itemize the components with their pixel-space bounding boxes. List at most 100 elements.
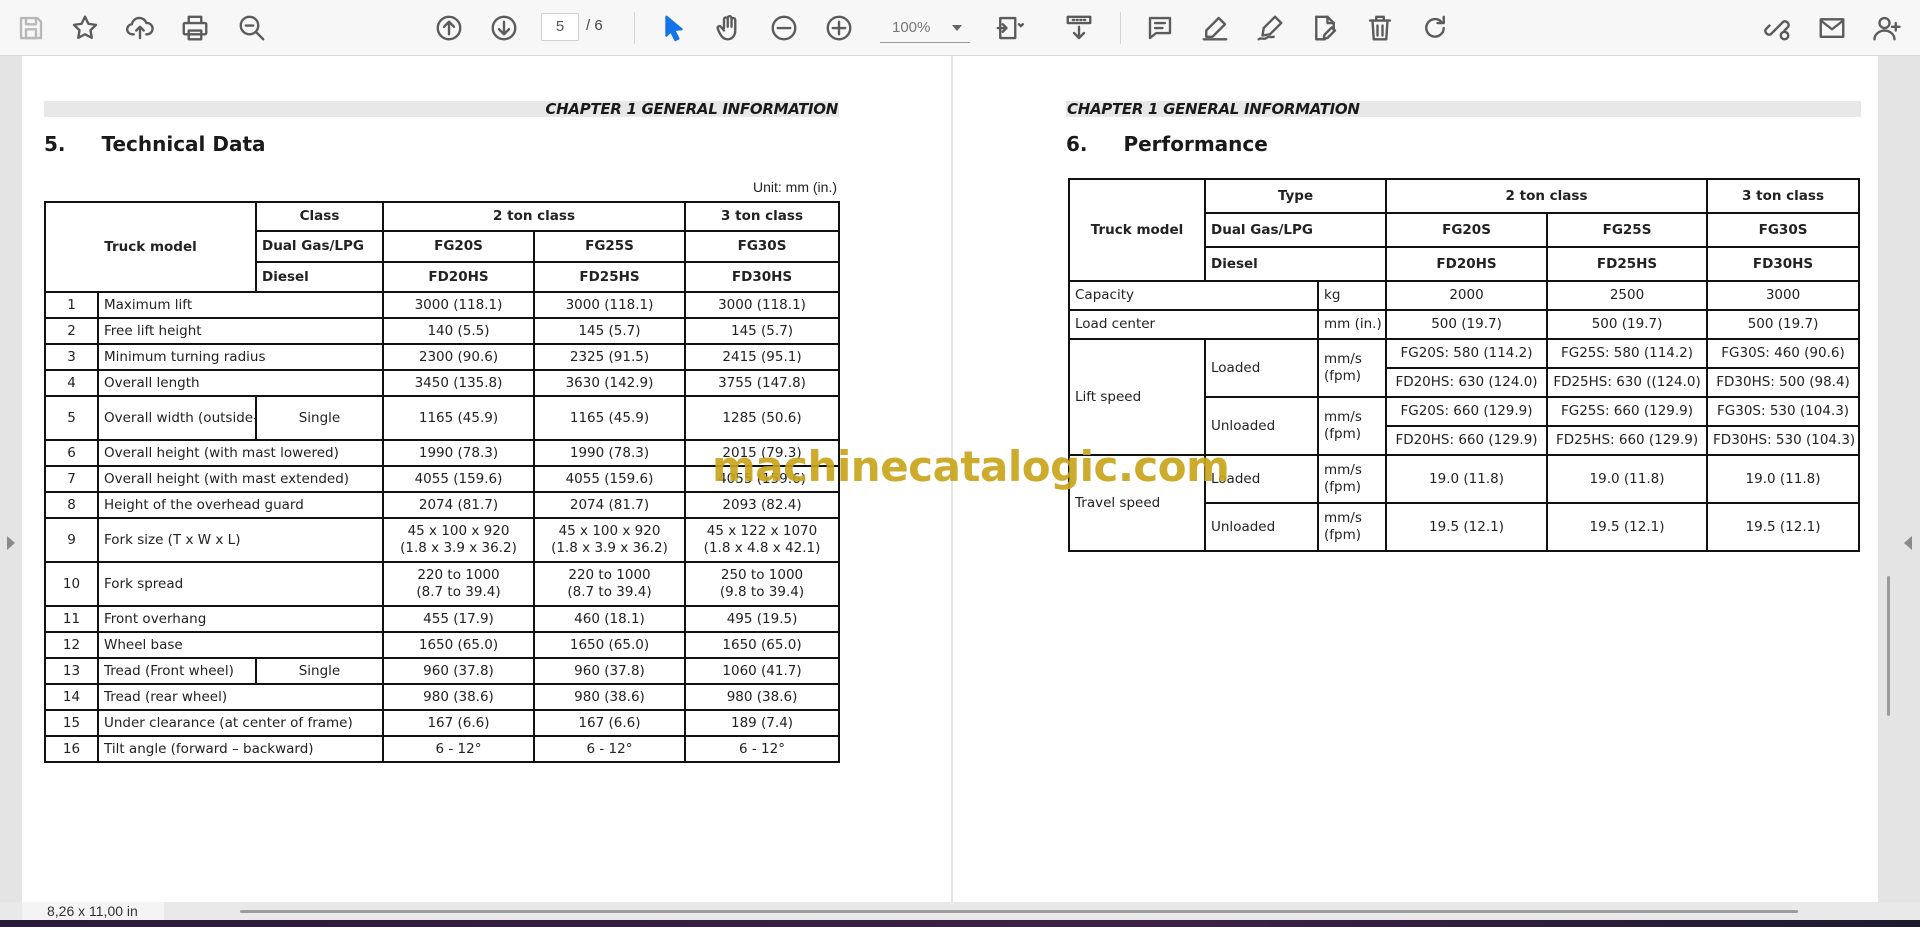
value-line: (1.8 x 3.9 x 36.2) [400, 540, 517, 556]
page-number-input[interactable]: 5 [541, 13, 579, 41]
row-label: Overall height (with mast extended) [97, 465, 384, 493]
row-sub-label: Single [255, 657, 384, 685]
row-value: 455 (17.9) [382, 605, 535, 633]
page-total: / 6 [586, 17, 603, 34]
hand-tool-icon[interactable] [710, 9, 748, 47]
table-row: Load center mm (in.) 500 (19.7) 500 (19.7) 5… [1068, 309, 1861, 340]
row-number: 12 [44, 631, 99, 659]
vertical-scrollbar[interactable] [1887, 576, 1890, 716]
row-value: 2093 (82.4) [684, 491, 841, 519]
table-row: 14 Tread (rear wheel) 980 (38.6) 980 (38.6)… [44, 683, 841, 711]
section-number: 5. [44, 132, 66, 156]
section-heading-right: 6. Performance [1066, 132, 1268, 156]
share-link-icon[interactable] [1758, 9, 1796, 47]
section-number: 6. [1066, 132, 1088, 156]
zoom-in-icon[interactable] [820, 9, 858, 47]
value-line: (8.7 to 39.4) [567, 584, 652, 600]
performance-table: Truck model Type 2 ton class 3 ton class Dua… [1068, 178, 1861, 552]
chevron-down-icon [952, 25, 962, 31]
row-value: FD20HS: 630 (124.0) [1385, 367, 1549, 398]
row-value: FG30S: 530 (104.3) [1706, 396, 1861, 427]
row-unit: kg [1316, 280, 1388, 311]
row-label: Overall length [97, 369, 384, 397]
cloud-upload-icon[interactable] [121, 9, 159, 47]
row-value: 220 to 1000 (8.7 to 39.4) [382, 561, 535, 607]
row-label: Overall height (with mast lowered) [97, 439, 384, 467]
section-heading-left: 5. Technical Data [44, 132, 266, 156]
table-row: 10 Fork spread 220 to 1000 (8.7 to 39.4) 220… [44, 561, 841, 607]
unit-line: mm/s [1324, 409, 1362, 425]
value-line: (8.7 to 39.4) [416, 584, 501, 600]
bookmark-star-icon[interactable] [66, 9, 104, 47]
row-value: 500 (19.7) [1385, 309, 1549, 340]
row-value: 167 (6.6) [382, 709, 535, 737]
right-panel-toggle-icon[interactable] [1904, 536, 1912, 550]
row-unit: mm/s (fpm) [1316, 338, 1388, 398]
row-value: FG25S: 580 (114.2) [1546, 338, 1709, 369]
taskbar-strip [0, 920, 1920, 927]
table-row: 13 Tread (Front wheel) Single 960 (37.8) 960… [44, 657, 841, 685]
print-icon[interactable] [176, 9, 214, 47]
row-value: 495 (19.5) [684, 605, 841, 633]
row-value: 250 to 1000 (9.8 to 39.4) [684, 561, 841, 607]
row-value: 4055 (159.6) [382, 465, 535, 493]
model-fd25hs: FD25HS [1546, 246, 1709, 282]
zoom-out-icon[interactable] [765, 9, 803, 47]
row-label: Maximum lift [97, 291, 384, 319]
table-row: 12 Wheel base 1650 (65.0) 1650 (65.0) 1650 (… [44, 631, 841, 659]
row-label: Free lift height [97, 317, 384, 345]
row-number: 10 [44, 561, 99, 607]
row-value: 960 (37.8) [382, 657, 535, 685]
row-label: Load center [1068, 309, 1319, 340]
row-value: 980 (38.6) [382, 683, 535, 711]
draw-sign-icon[interactable] [1251, 9, 1289, 47]
zoom-select[interactable]: 100% [880, 13, 970, 43]
row-label: Minimum turning radius [97, 343, 384, 371]
row-label: Fork size (T x W x L) [97, 517, 384, 563]
value-line: (9.8 to 39.4) [719, 584, 805, 600]
page-fit-icon[interactable] [990, 9, 1028, 47]
previous-page-icon[interactable] [430, 9, 468, 47]
row-value: FD30HS: 530 (104.3) [1706, 425, 1861, 456]
row-value: FG20S: 660 (129.9) [1385, 396, 1549, 427]
row-number: 8 [44, 491, 99, 519]
row-label: Overall width (outside-to- outside of ti… [97, 395, 257, 441]
comment-icon[interactable] [1141, 9, 1179, 47]
row-unit: mm/s (fpm) [1316, 502, 1388, 552]
value-line: 45 x 100 x 920 [407, 523, 510, 539]
model-fg20s: FG20S [382, 230, 535, 263]
row-number: 2 [44, 317, 99, 345]
dual-gas-label: Dual Gas/LPG [255, 230, 384, 263]
row-number: 15 [44, 709, 99, 737]
unit-line: mm/s [1324, 510, 1362, 526]
row-label: Height of the overhead guard [97, 491, 384, 519]
row-value: 19.0 (11.8) [1546, 454, 1709, 504]
email-icon[interactable] [1813, 9, 1851, 47]
row-value: FG30S: 460 (90.6) [1706, 338, 1861, 369]
select-cursor-icon[interactable] [655, 9, 693, 47]
add-user-icon[interactable] [1868, 9, 1906, 47]
table-row: 16 Tilt angle (forward – backward) 6 - 12°… [44, 735, 841, 763]
next-page-icon[interactable] [485, 9, 523, 47]
row-value: 6 - 12° [532, 735, 687, 763]
delete-trash-icon[interactable] [1361, 9, 1399, 47]
dual-gas-label: Dual Gas/LPG [1203, 212, 1388, 248]
row-value: 167 (6.6) [532, 709, 687, 737]
scroll-mode-icon[interactable] [1060, 9, 1098, 47]
row-value: 19.0 (11.8) [1706, 454, 1861, 504]
row-value: 4055 (159.6) [532, 465, 687, 493]
stamp-icon[interactable] [1306, 9, 1344, 47]
table-row: 5Overall width (outside-to- outside of t… [44, 395, 841, 441]
search-zoom-icon[interactable] [233, 9, 271, 47]
row-value: FD25HS: 630 ((124.0) [1546, 367, 1709, 398]
row-value: 45 x 100 x 920 (1.8 x 3.9 x 36.2) [382, 517, 535, 563]
row-value: FD25HS: 660 (129.9) [1546, 425, 1709, 456]
horizontal-scrollbar[interactable] [240, 910, 1798, 913]
highlight-pen-icon[interactable] [1196, 9, 1234, 47]
two-ton-class-header: 2 ton class [381, 201, 687, 232]
two-ton-class-header: 2 ton class [1385, 178, 1709, 214]
left-panel-toggle-icon[interactable] [7, 536, 15, 550]
save-icon[interactable] [12, 9, 50, 47]
redo-rotate-icon[interactable] [1416, 9, 1454, 47]
row-value: 19.5 (12.1) [1546, 502, 1709, 552]
